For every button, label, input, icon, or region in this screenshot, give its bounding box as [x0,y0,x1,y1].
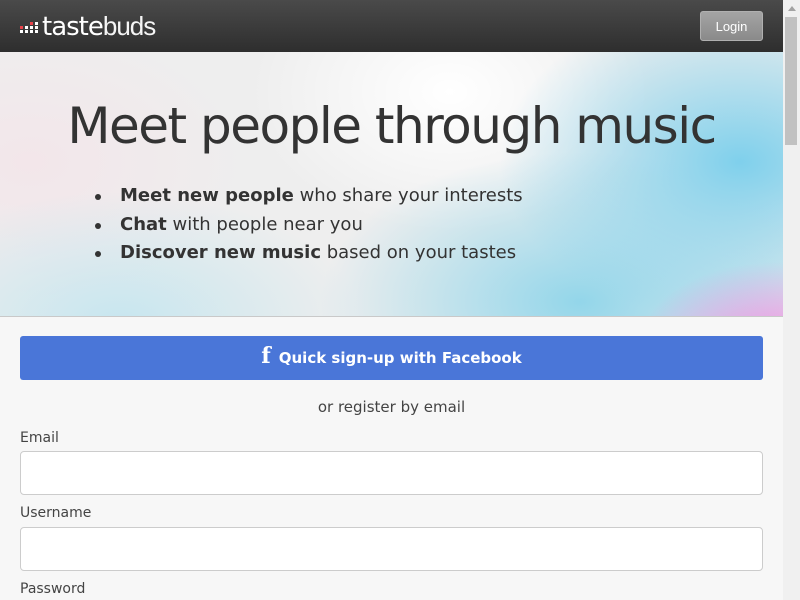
feature-text: who share your interests [293,185,523,206]
equalizer-bars-icon [20,18,40,34]
hero-banner: Meet people through music Meet new peopl… [0,52,783,317]
or-register-text: or register by email [317,398,466,416]
logo-wordmark: tastebuds [42,10,156,42]
password-label: Password [20,581,86,597]
facebook-f-icon: f [261,343,271,369]
tastebuds-logo[interactable]: tastebuds [20,10,156,42]
feature-item: Discover new music based on your tastes [95,239,523,268]
facebook-signup-button[interactable]: f Quick sign-up with Facebook [20,336,763,380]
feature-item: Meet new people who share your interests [95,182,523,211]
feature-bold: Meet new people [120,185,294,206]
username-label: Username [20,505,92,521]
facebook-signup-label: Quick sign-up with Facebook [278,349,522,367]
scroll-thumb[interactable] [785,17,797,145]
email-field[interactable] [20,451,763,495]
logo-text-buds: buds [102,10,156,41]
page-scrollbar[interactable] [783,0,800,600]
username-field[interactable] [20,527,763,571]
feature-text: with people near you [166,213,363,235]
feature-list: Meet new people who share your interests… [95,182,523,268]
feature-bold: Discover new music [120,242,321,263]
email-label: Email [20,430,59,446]
feature-bold: Chat [120,213,167,235]
login-button[interactable]: Login [700,11,763,41]
logo-text-taste: taste [42,11,104,42]
scroll-up-arrow-icon[interactable] [783,0,800,17]
top-bar: tastebuds Login [0,0,783,52]
hero-title: Meet people through music [67,97,717,155]
feature-item: Chat with people near you [95,211,523,240]
feature-text: based on your tastes [321,242,517,263]
